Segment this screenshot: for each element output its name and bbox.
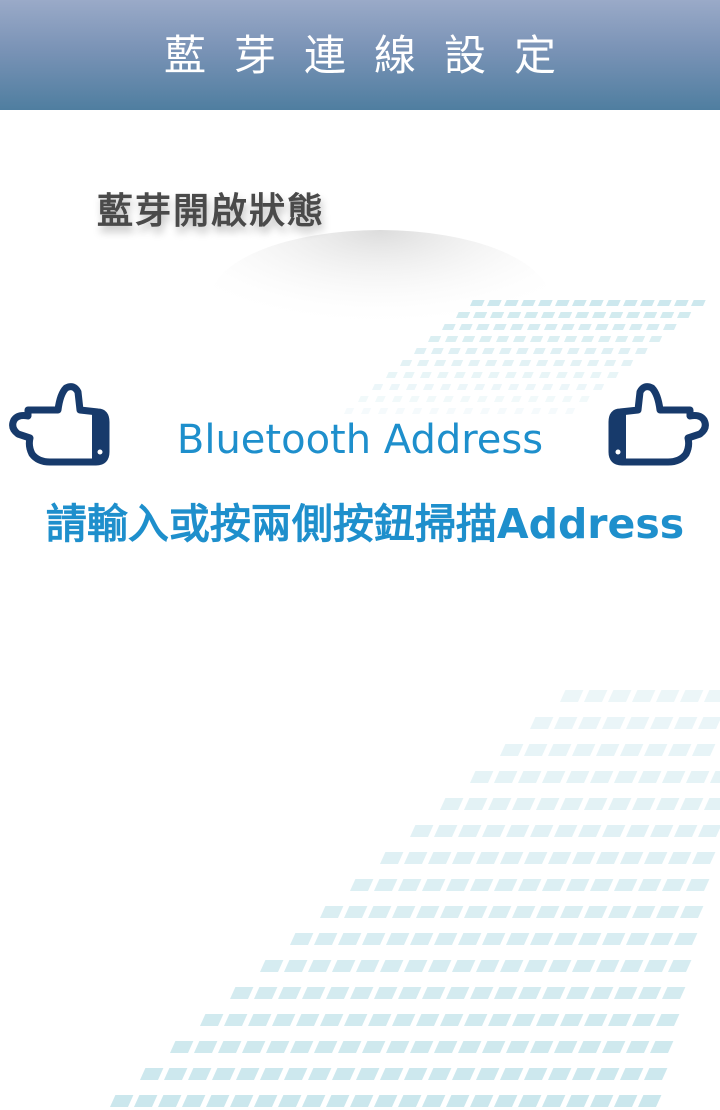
pointing-hand-right-icon [9, 383, 110, 466]
scan-button-left[interactable] [8, 382, 112, 474]
scan-button-right[interactable] [606, 382, 710, 474]
background-pattern [110, 230, 720, 1107]
page-title: 藍芽連線設定 [163, 30, 584, 80]
pointing-hand-left-icon [608, 383, 709, 466]
bluetooth-settings-screen: 藍芽連線設定 藍芽開啟狀態 請輸入或按兩側按鈕掃描Address [0, 0, 720, 1110]
title-bar: 藍芽連線設定 [0, 0, 720, 110]
bluetooth-address-input[interactable] [120, 405, 600, 475]
address-hint-text: 請輸入或按兩側按鈕掃描Address [45, 500, 685, 548]
bluetooth-status-label: 藍芽開啟狀態 [97, 191, 326, 232]
